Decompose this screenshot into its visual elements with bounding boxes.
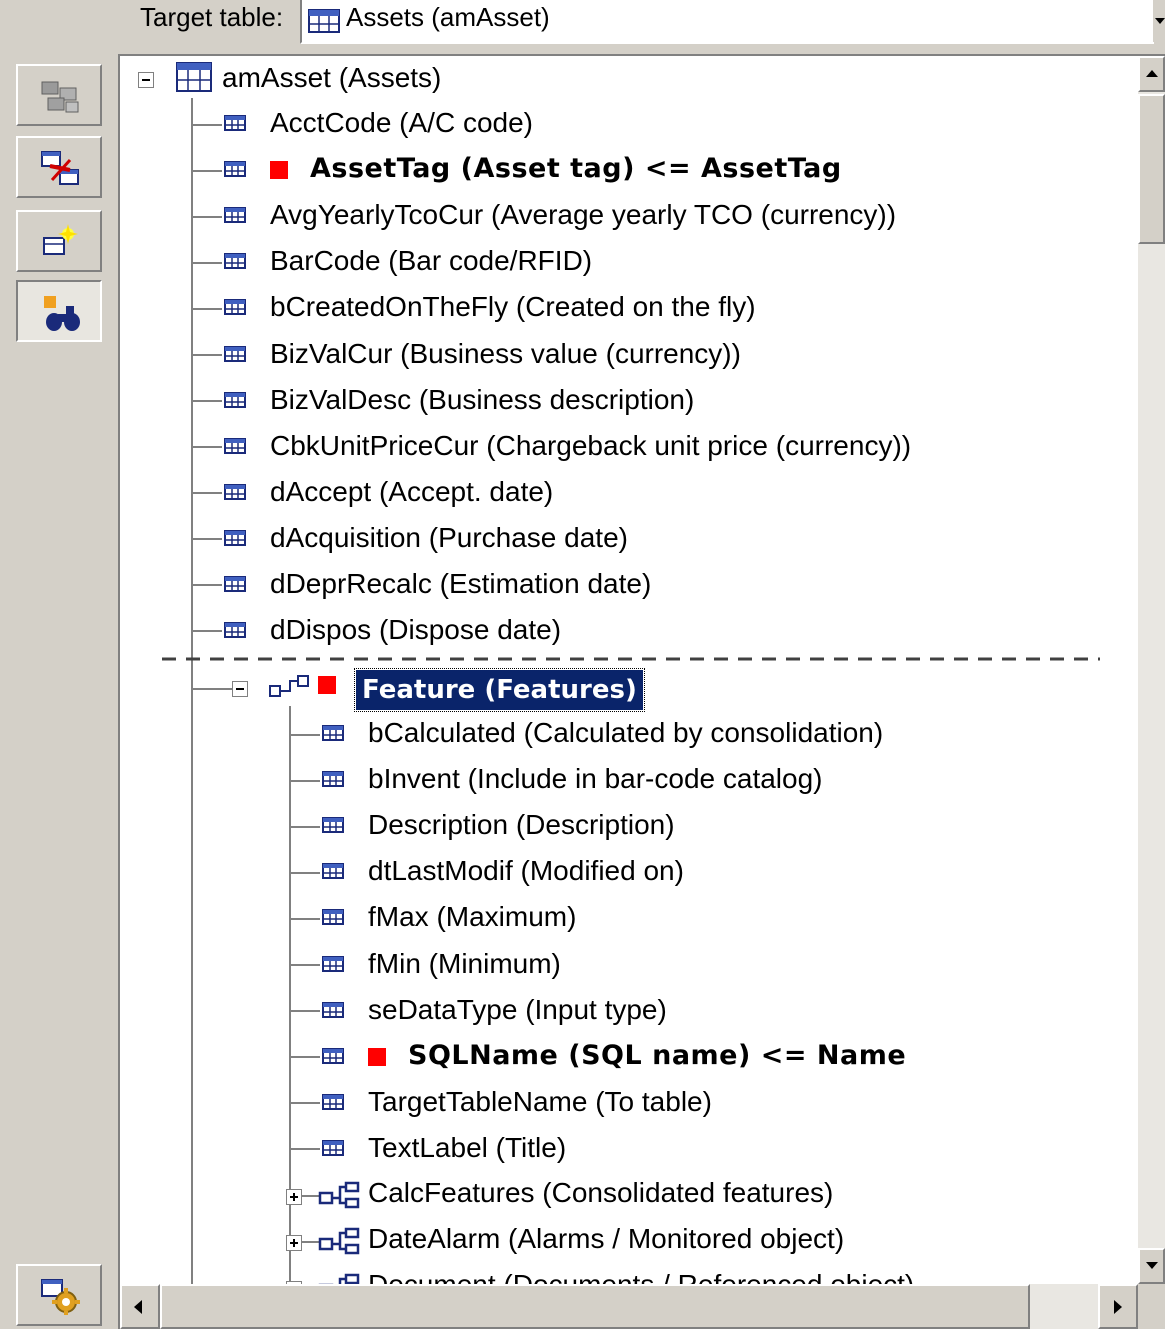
- tree-field-label[interactable]: bCalculated (Calculated by consolidation…: [368, 713, 883, 753]
- tree-field-label[interactable]: fMin (Minimum): [368, 944, 561, 984]
- tree-field-label[interactable]: seDataType (Input type): [368, 990, 667, 1030]
- field-icon: [224, 622, 246, 639]
- tree-field-label[interactable]: bInvent (Include in bar-code catalog): [368, 759, 823, 799]
- field-icon: [224, 115, 246, 131]
- field-icon: [322, 1093, 344, 1110]
- tree-field-label[interactable]: Description (Description): [368, 805, 675, 845]
- scroll-corner: [1138, 1284, 1165, 1329]
- horizontal-scrollbar[interactable]: [120, 1284, 1138, 1329]
- field-icon: [322, 725, 344, 741]
- tree-field-label[interactable]: TextLabel (Title): [368, 1128, 566, 1168]
- field-icon: [322, 909, 344, 926]
- tree-field-label[interactable]: fMax (Maximum): [368, 897, 576, 937]
- mapped-marker: [368, 1047, 386, 1066]
- tree-root-label[interactable]: amAsset (Assets): [222, 58, 441, 98]
- field-icon: [224, 483, 246, 500]
- tree-field-label[interactable]: AssetTag (Asset tag) <= AssetTag: [310, 149, 842, 189]
- vertical-scroll-thumb[interactable]: [1138, 94, 1165, 244]
- tree-field-label[interactable]: TargetTableName (To table): [368, 1082, 712, 1122]
- tree-link-label[interactable]: DateAlarm (Alarms / Monitored object): [368, 1219, 844, 1259]
- field-icon: [322, 955, 344, 972]
- tree-field-label[interactable]: BizValDesc (Business description): [270, 380, 694, 420]
- tree-field-label[interactable]: CbkUnitPriceCur (Chargeback unit price (…: [270, 426, 911, 466]
- field-icon: [224, 345, 246, 362]
- field-icon: [224, 529, 246, 546]
- tree-field-label[interactable]: SQLName (SQL name) <= Name: [408, 1036, 906, 1076]
- root-collapse-toggle[interactable]: [138, 72, 154, 88]
- link-icon: [318, 1181, 362, 1216]
- link-icon: [269, 675, 309, 697]
- table-icon: [176, 62, 212, 92]
- field-icon: [224, 576, 246, 592]
- tree-field-label[interactable]: BizValCur (Business value (currency)): [270, 334, 741, 374]
- tree-field-label[interactable]: dAccept (Accept. date): [270, 472, 553, 512]
- combo-dropdown-button[interactable]: [1152, 0, 1165, 42]
- tree-field-label[interactable]: BarCode (Bar code/RFID): [270, 241, 592, 281]
- tree-field-label[interactable]: dDeprRecalc (Estimation date): [270, 564, 651, 604]
- expand-toggle[interactable]: [286, 1189, 302, 1205]
- expand-toggle[interactable]: [286, 1235, 302, 1252]
- tree-field-label[interactable]: bCreatedOnTheFly (Created on the fly): [270, 287, 756, 327]
- link-icon: [318, 1227, 362, 1262]
- mapped-marker: [270, 161, 288, 180]
- tree-link-label[interactable]: CalcFeatures (Consolidated features): [368, 1173, 833, 1213]
- scroll-up-arrow-icon[interactable]: [1138, 56, 1165, 92]
- field-icon: [322, 1001, 344, 1018]
- field-icon: [322, 1047, 344, 1064]
- field-icon: [322, 817, 344, 834]
- scroll-down-arrow-icon[interactable]: [1138, 1248, 1165, 1284]
- tree-field-label[interactable]: dDispos (Dispose date): [270, 610, 561, 650]
- field-icon: [322, 771, 344, 788]
- field-icon: [322, 1139, 344, 1156]
- field-icon: [224, 253, 246, 270]
- tree-field-label[interactable]: dAcquisition (Purchase date): [270, 518, 628, 558]
- field-icon: [224, 299, 246, 316]
- scroll-left-arrow-icon[interactable]: [120, 1284, 160, 1329]
- field-icon: [224, 391, 246, 408]
- mapped-marker: [318, 676, 336, 694]
- field-icon: [224, 161, 246, 178]
- tree-link-label-selected[interactable]: Feature (Features): [354, 668, 645, 712]
- field-icon: [224, 437, 246, 454]
- tree-field-label[interactable]: AcctCode (A/C code): [270, 103, 533, 143]
- horizontal-scroll-thumb[interactable]: [160, 1284, 1030, 1329]
- tree-field-label[interactable]: dtLastModif (Modified on): [368, 851, 684, 891]
- scroll-right-arrow-icon[interactable]: [1098, 1284, 1138, 1329]
- tree-field-label[interactable]: AvgYearlyTcoCur (Average yearly TCO (cur…: [270, 195, 896, 235]
- field-icon: [224, 207, 246, 224]
- link-collapse-toggle[interactable]: [232, 681, 248, 697]
- field-icon: [322, 863, 344, 880]
- vertical-scrollbar[interactable]: [1138, 56, 1165, 1284]
